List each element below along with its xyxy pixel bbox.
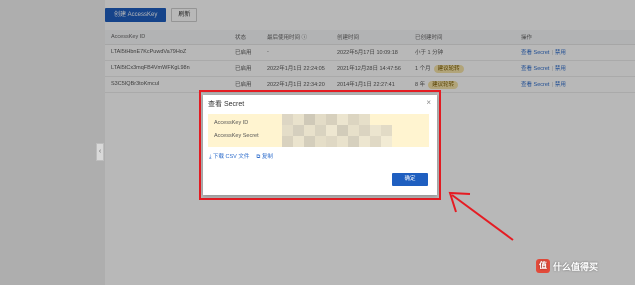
watermark-text: 什么值得买: [553, 261, 599, 272]
copy-icon: ⧉: [256, 154, 261, 160]
accesskey-secret-label: AccessKey Secret: [214, 133, 259, 139]
watermark-logo-icon: 值: [536, 259, 550, 273]
dialog-title: 查看 Secret: [208, 101, 245, 108]
view-secret-dialog: 查看 Secret × AccessKey ID AccessKey Secre…: [203, 95, 437, 195]
copy-link[interactable]: ⧉ 复制: [256, 152, 272, 161]
redacted-credentials: [282, 114, 392, 147]
watermark: 值 什么值得买: [536, 259, 598, 273]
download-csv-link[interactable]: ⤓ 下载 CSV 文件: [209, 152, 249, 161]
download-csv-label: 下载 CSV 文件: [212, 154, 250, 160]
credential-panel: AccessKey ID AccessKey Secret: [208, 114, 429, 147]
accesskey-id-label: AccessKey ID: [214, 120, 249, 126]
confirm-button[interactable]: 确定: [392, 173, 428, 186]
copy-label: 复制: [261, 154, 273, 160]
download-icon: ⤓: [209, 154, 212, 160]
close-icon[interactable]: ×: [426, 98, 431, 107]
collapse-sidebar-icon[interactable]: ‹: [96, 143, 104, 161]
dialog-actions: ⤓ 下载 CSV 文件 ⧉ 复制: [209, 152, 273, 161]
